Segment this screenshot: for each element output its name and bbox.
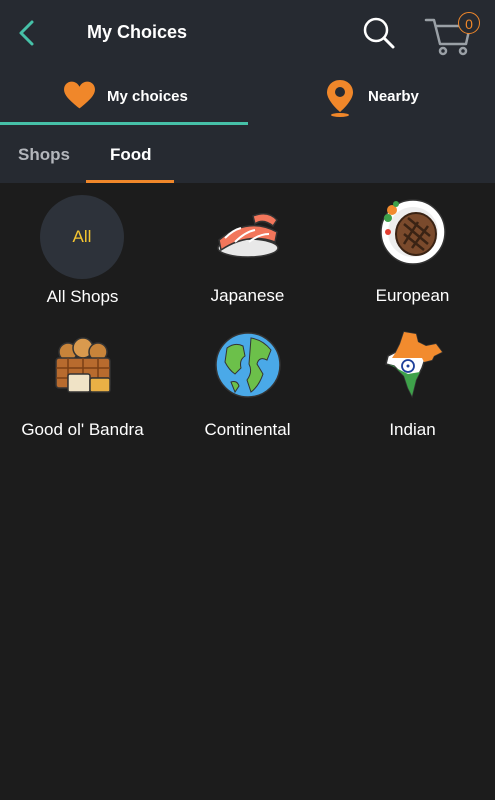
category-label: All Shops bbox=[46, 287, 119, 306]
tab-label: Shops bbox=[18, 145, 70, 164]
all-badge: All bbox=[40, 195, 124, 279]
category-japanese[interactable]: Japanese bbox=[165, 183, 330, 313]
category-label: European bbox=[375, 286, 450, 305]
globe-icon bbox=[214, 332, 281, 398]
tab-food[interactable]: Food bbox=[86, 125, 174, 183]
steak-plate-icon bbox=[379, 199, 446, 265]
tab-my-choices[interactable]: My choices bbox=[0, 67, 248, 125]
tab-label: My choices bbox=[107, 88, 188, 105]
choice-tab-bar: My choices Nearby bbox=[0, 67, 495, 125]
tab-label: Food bbox=[110, 145, 152, 164]
tab-shops[interactable]: Shops bbox=[0, 125, 86, 183]
category-all-shops[interactable]: All All Shops bbox=[0, 183, 165, 313]
tab-label: Nearby bbox=[368, 88, 419, 105]
app-bar: My Choices 0 bbox=[0, 0, 495, 67]
category-label: Japanese bbox=[210, 286, 285, 305]
search-icon[interactable] bbox=[362, 16, 396, 50]
category-european[interactable]: European bbox=[330, 183, 495, 313]
category-label: Indian bbox=[389, 420, 436, 439]
tab-nearby[interactable]: Nearby bbox=[248, 67, 495, 125]
heart-icon bbox=[64, 81, 95, 109]
category-label: Good ol' Bandra bbox=[21, 420, 144, 439]
location-pin-icon bbox=[327, 80, 353, 117]
category-indian[interactable]: Indian bbox=[330, 317, 495, 447]
category-continental[interactable]: Continental bbox=[165, 317, 330, 447]
sub-tab-bar: Shops Food bbox=[0, 125, 495, 183]
bread-basket-icon bbox=[54, 337, 111, 393]
category-label: Continental bbox=[204, 420, 291, 439]
page-title: My Choices bbox=[87, 22, 188, 42]
sushi-icon bbox=[216, 213, 279, 258]
back-arrow-icon[interactable] bbox=[14, 18, 40, 48]
cart-count-badge: 0 bbox=[458, 12, 480, 34]
category-good-ol-bandra[interactable]: Good ol' Bandra bbox=[0, 317, 165, 447]
india-map-icon bbox=[384, 331, 443, 399]
